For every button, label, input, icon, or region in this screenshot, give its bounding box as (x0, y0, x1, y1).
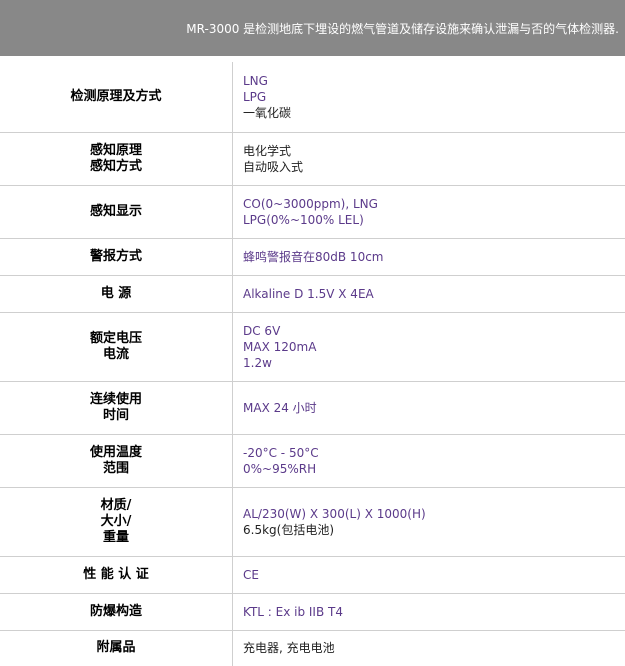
spec-value: MAX 24 小时 (233, 381, 625, 434)
spec-row-alarm-method: 警报方式 蜂鸣警报音在80dB 10cm (0, 238, 625, 275)
spec-row-power: 电 源 Alkaline D 1.5V X 4EA (0, 275, 625, 312)
spec-row-accessories: 附属品 充电器, 充电电池 (0, 630, 625, 666)
spec-table: 检测原理及方式 LNG LPG 一氧化碳 感知原理 感知方式 电化学式 自动吸入… (0, 62, 625, 666)
spec-value: 电化学式 自动吸入式 (233, 132, 625, 185)
spec-value: Alkaline D 1.5V X 4EA (233, 275, 625, 312)
spec-label: 感知原理 感知方式 (0, 132, 233, 185)
spec-row-sensing-principle: 感知原理 感知方式 电化学式 自动吸入式 (0, 132, 625, 185)
spec-value: LNG LPG 一氧化碳 (233, 62, 625, 132)
header-banner: MR-3000 是检测地底下埋设的燃气管道及储存设施来确认泄漏与否的气体检测器. (0, 0, 625, 56)
spec-label: 使用温度 范围 (0, 434, 233, 487)
spec-label: 材质/ 大小/ 重量 (0, 487, 233, 556)
spec-value: 蜂鸣警报音在80dB 10cm (233, 238, 625, 275)
spec-row-detection-principle: 检测原理及方式 LNG LPG 一氧化碳 (0, 62, 625, 132)
spec-label: 附属品 (0, 630, 233, 666)
spec-row-material-size: 材质/ 大小/ 重量 AL/230(W) X 300(L) X 1000(H) … (0, 487, 625, 556)
spec-value: DC 6V MAX 120mA 1.2w (233, 312, 625, 381)
spec-value: 充电器, 充电电池 (233, 630, 625, 666)
spec-label: 警报方式 (0, 238, 233, 275)
spec-row-rated-voltage: 额定电压 电流 DC 6V MAX 120mA 1.2w (0, 312, 625, 381)
spec-label: 检测原理及方式 (0, 62, 233, 132)
spec-label: 性 能 认 证 (0, 556, 233, 593)
spec-value: AL/230(W) X 300(L) X 1000(H) 6.5kg(包括电池) (233, 487, 625, 556)
spec-label: 防爆构造 (0, 593, 233, 630)
spec-row-sensing-display: 感知显示 CO(0~3000ppm), LNG LPG(0%~100% LEL) (0, 185, 625, 238)
spec-label: 电 源 (0, 275, 233, 312)
spec-label: 连续使用 时间 (0, 381, 233, 434)
spec-value: CO(0~3000ppm), LNG LPG(0%~100% LEL) (233, 185, 625, 238)
spec-label: 感知显示 (0, 185, 233, 238)
spec-value: -20°C - 50°C 0%~95%RH (233, 434, 625, 487)
spec-value: KTL : Ex ib IIB T4 (233, 593, 625, 630)
spec-value: CE (233, 556, 625, 593)
spec-row-certification: 性 能 认 证 CE (0, 556, 625, 593)
spec-row-explosion-proof: 防爆构造 KTL : Ex ib IIB T4 (0, 593, 625, 630)
spec-label: 额定电压 电流 (0, 312, 233, 381)
spec-row-temperature: 使用温度 范围 -20°C - 50°C 0%~95%RH (0, 434, 625, 487)
spec-row-continuous-use: 连续使用 时间 MAX 24 小时 (0, 381, 625, 434)
product-description: MR-3000 是检测地底下埋设的燃气管道及储存设施来确认泄漏与否的气体检测器. (186, 20, 619, 37)
